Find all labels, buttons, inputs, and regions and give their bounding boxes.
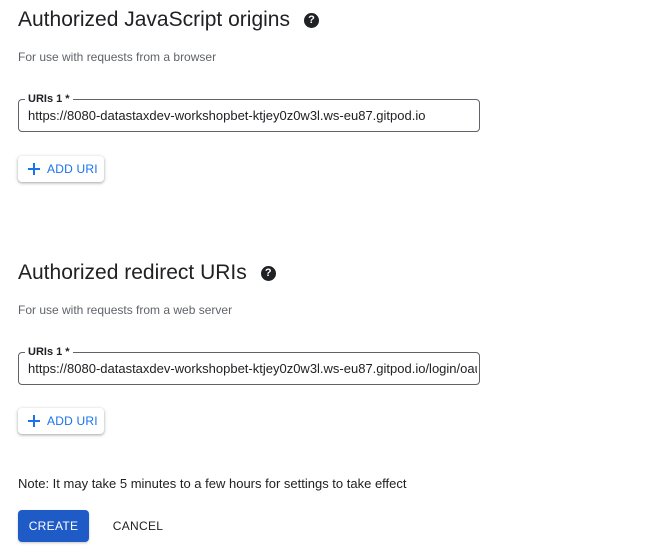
js-origins-description: For use with requests from a browser: [18, 50, 217, 64]
redirect-uri-field[interactable]: URIs 1 *: [18, 345, 480, 385]
js-origins-add-uri-button[interactable]: ADD URI: [18, 156, 104, 182]
js-origins-title-row: Authorized JavaScript origins ?: [18, 8, 319, 32]
plus-icon: [28, 163, 40, 175]
redirect-uri-label: URIs 1 *: [25, 345, 73, 359]
js-origin-uri-field[interactable]: URIs 1 *: [18, 92, 480, 132]
redirect-uri-input[interactable]: [28, 359, 477, 379]
add-uri-label: ADD URI: [47, 414, 98, 428]
cancel-button[interactable]: CANCEL: [104, 510, 172, 542]
add-uri-label: ADD URI: [47, 162, 98, 176]
redirect-uris-title: Authorized redirect URIs: [18, 261, 247, 284]
js-origins-title: Authorized JavaScript origins: [18, 8, 290, 31]
redirect-uris-title-row: Authorized redirect URIs ?: [18, 261, 276, 285]
js-origin-uri-label: URIs 1 *: [25, 92, 73, 106]
redirect-uris-description: For use with requests from a web server: [18, 303, 233, 317]
plus-icon: [28, 415, 40, 427]
create-button[interactable]: CREATE: [18, 510, 89, 542]
help-icon[interactable]: ?: [260, 265, 276, 281]
js-origin-uri-input[interactable]: [28, 106, 477, 126]
help-icon[interactable]: ?: [303, 12, 319, 28]
settings-note: Note: It may take 5 minutes to a few hou…: [18, 476, 407, 491]
redirect-uris-add-uri-button[interactable]: ADD URI: [18, 408, 104, 434]
